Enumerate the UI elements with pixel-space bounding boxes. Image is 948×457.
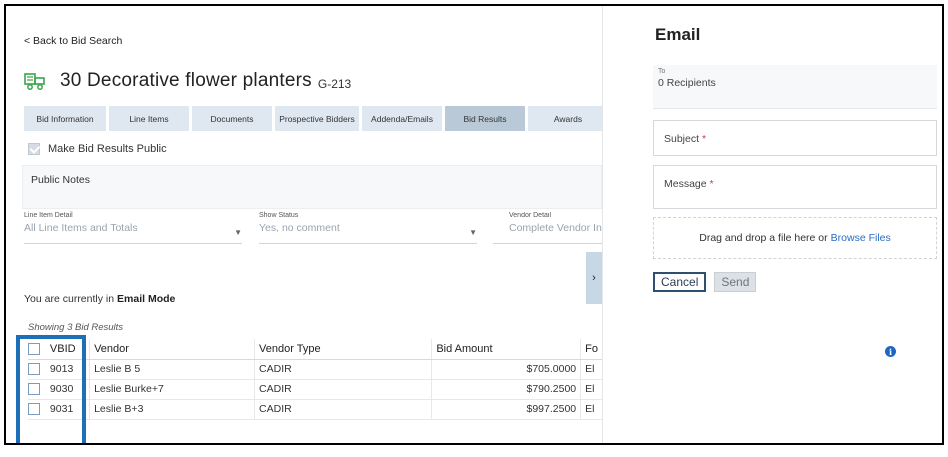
dropzone-text: Drag and drop a file here or: [699, 232, 828, 244]
col-bid-amount[interactable]: Bid Amount: [431, 339, 581, 360]
vbid-cell: 9031: [45, 399, 90, 420]
mode-indicator: You are currently in Email Mode: [24, 293, 175, 305]
filters-row: Line Item Detail All Line Items and Tota…: [24, 212, 602, 248]
public-notes-field[interactable]: Public Notes: [22, 165, 602, 209]
message-field[interactable]: Message *: [653, 165, 937, 209]
vbid-cell: 9030: [45, 379, 90, 400]
fo-cell: El: [580, 399, 602, 420]
chevron-down-icon: ▼: [234, 228, 242, 237]
fo-cell: El: [580, 379, 602, 400]
bid-tabs: Bid Information Line Items Documents Pro…: [24, 106, 602, 131]
chevron-down-icon: ▼: [469, 228, 477, 237]
make-public-label: Make Bid Results Public: [48, 143, 167, 155]
results-count: Showing 3 Bid Results: [28, 322, 124, 333]
chevron-right-icon: ›: [592, 272, 596, 284]
bid-amount-cell: $997.2500: [431, 399, 581, 420]
col-fo[interactable]: Fo: [580, 339, 602, 360]
select-all-cell: [28, 339, 46, 360]
page-title: 30 Decorative flower planters: [60, 70, 312, 91]
vendor-cell: Leslie Burke+7: [89, 379, 255, 400]
table-row[interactable]: 9030 Leslie Burke+7 CADIR $790.2500 El: [28, 379, 602, 400]
line-item-detail-label: Line Item Detail: [24, 212, 73, 219]
vendor-cell: Leslie B+3: [89, 399, 255, 420]
row-checkbox[interactable]: [28, 383, 40, 396]
tab-bid-information[interactable]: Bid Information: [24, 106, 106, 131]
bid-title-row: 30 Decorative flower planters G-213: [24, 70, 351, 92]
make-public-row: Make Bid Results Public: [28, 143, 167, 155]
row-checkbox[interactable]: [28, 363, 40, 376]
send-button[interactable]: Send: [714, 272, 757, 292]
row-checkbox[interactable]: [28, 403, 40, 416]
bid-results-table: VBID Vendor Vendor Type Bid Amount Fo 90…: [28, 339, 602, 420]
vbid-cell: 9013: [45, 359, 90, 380]
info-icon[interactable]: i: [885, 346, 896, 357]
expand-panel-button[interactable]: ›: [586, 252, 602, 304]
subject-label: Subject: [664, 133, 700, 145]
vendor-detail-value: Complete Vendor In: [509, 222, 602, 234]
line-item-detail-value: All Line Items and Totals: [24, 222, 138, 234]
subject-required-mark: *: [701, 133, 707, 145]
to-recipients-field[interactable]: To 0 Recipients: [653, 65, 937, 109]
vendor-type-cell: CADIR: [254, 399, 432, 420]
table-row[interactable]: 9013 Leslie B 5 CADIR $705.0000 El: [28, 359, 602, 380]
line-item-detail-select[interactable]: Line Item Detail All Line Items and Tota…: [24, 212, 242, 244]
email-actions: Cancel Send: [653, 272, 757, 292]
bid-amount-cell: $705.0000: [431, 359, 581, 380]
show-status-value: Yes, no comment: [259, 222, 340, 234]
file-dropzone[interactable]: Drag and drop a file here or Browse File…: [653, 217, 937, 259]
col-vendor[interactable]: Vendor: [89, 339, 255, 360]
tab-addenda-emails[interactable]: Addenda/Emails: [362, 106, 442, 131]
message-label: Message: [664, 178, 707, 190]
email-panel-title: Email: [655, 25, 701, 44]
tab-prospective-bidders[interactable]: Prospective Bidders: [275, 106, 359, 131]
tab-line-items[interactable]: Line Items: [109, 106, 189, 131]
col-vendor-type[interactable]: Vendor Type: [254, 339, 432, 360]
show-status-label: Show Status: [259, 212, 299, 219]
row-checkbox-cell: [28, 399, 46, 420]
public-notes-label: Public Notes: [31, 174, 90, 186]
tab-documents[interactable]: Documents: [192, 106, 272, 131]
vendor-type-cell: CADIR: [254, 379, 432, 400]
row-checkbox-cell: [28, 359, 46, 380]
col-vbid[interactable]: VBID: [45, 339, 90, 360]
vendor-cell: Leslie B 5: [89, 359, 255, 380]
vendor-detail-label: Vendor Detail: [509, 212, 552, 219]
subject-field[interactable]: Subject *: [653, 120, 937, 156]
table-header-row: VBID Vendor Vendor Type Bid Amount Fo: [28, 339, 602, 360]
bid-code: G-213: [317, 77, 352, 91]
fo-cell: El: [580, 359, 602, 380]
bid-truck-icon: [24, 73, 45, 90]
to-value: 0 Recipients: [658, 77, 716, 89]
row-checkbox-cell: [28, 379, 46, 400]
mode-prefix: You are currently in: [24, 293, 115, 305]
tab-awards[interactable]: Awards: [528, 106, 602, 131]
select-all-checkbox[interactable]: [28, 342, 40, 355]
vendor-type-cell: CADIR: [254, 359, 432, 380]
app-window: < Back to Bid Search 30 Decorative flowe…: [4, 4, 944, 445]
browse-files-link[interactable]: Browse Files: [831, 232, 891, 244]
mode-name: Email Mode: [117, 293, 176, 305]
email-panel: Email To 0 Recipients Subject * Message …: [602, 6, 942, 443]
bid-results-panel: < Back to Bid Search 30 Decorative flowe…: [6, 6, 602, 443]
show-status-select[interactable]: Show Status Yes, no comment ▼: [259, 212, 477, 244]
table-row[interactable]: 9031 Leslie B+3 CADIR $997.2500 El: [28, 399, 602, 420]
back-to-bid-search-link[interactable]: < Back to Bid Search: [24, 35, 122, 47]
vendor-detail-select[interactable]: Vendor Detail Complete Vendor In: [493, 212, 602, 244]
message-required-mark: *: [709, 178, 714, 190]
cancel-button[interactable]: Cancel: [653, 272, 707, 292]
to-label: To: [658, 68, 666, 75]
bid-amount-cell: $790.2500: [431, 379, 581, 400]
tab-bid-results[interactable]: Bid Results: [445, 106, 525, 131]
make-public-checkbox[interactable]: [28, 143, 40, 155]
